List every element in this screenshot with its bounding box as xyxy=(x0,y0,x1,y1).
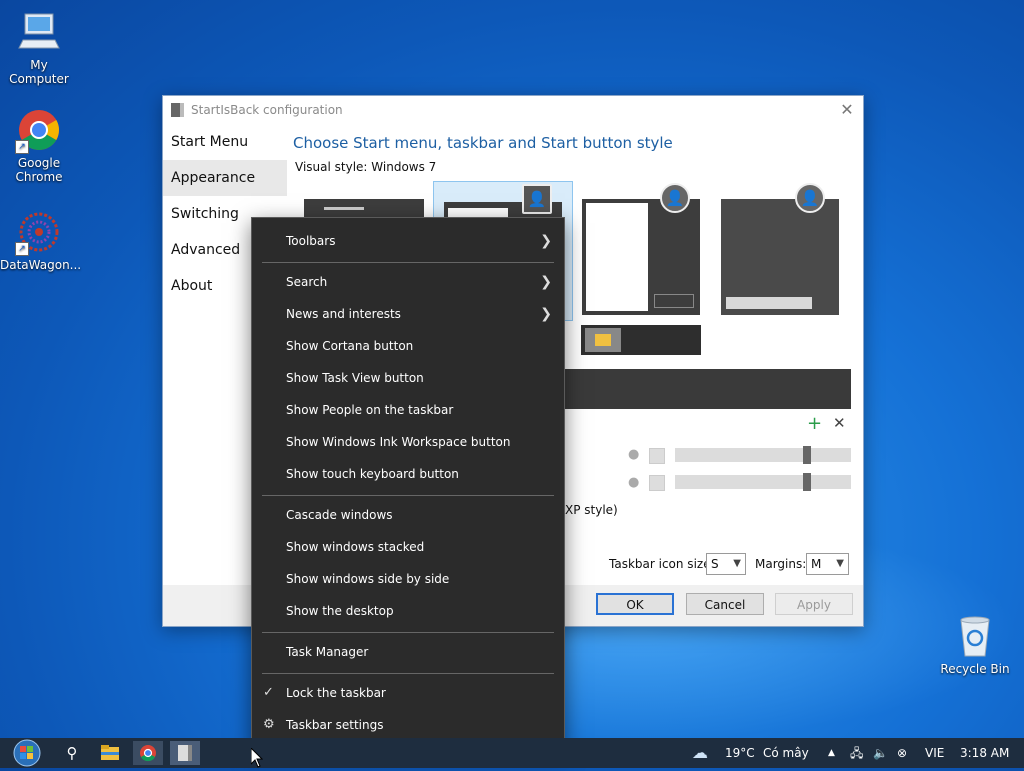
color-swatch[interactable] xyxy=(649,448,665,464)
desktop-icon-label: Google Chrome xyxy=(15,156,63,184)
chevron-up-icon[interactable]: ▲ xyxy=(828,738,835,768)
checkmark-icon: ✓ xyxy=(263,685,274,700)
page-title: Choose Start menu, taskbar and Start but… xyxy=(293,134,673,152)
desktop-icon-google-chrome[interactable]: ↗ Google Chrome xyxy=(0,108,78,184)
desktop-icon-label: DataWagon... xyxy=(0,258,82,272)
drop-icon: ● xyxy=(628,447,640,462)
menu-separator xyxy=(262,673,554,674)
desktop-icon-recycle-bin[interactable]: Recycle Bin xyxy=(936,614,1014,676)
menu-item-show-task-view[interactable]: Show Task View button xyxy=(252,362,564,394)
volume-icon[interactable]: 🔈 xyxy=(873,738,888,768)
chrome-taskbar-icon[interactable] xyxy=(133,741,163,765)
window-titlebar[interactable]: StartIsBack configuration ✕ xyxy=(163,96,863,124)
menu-item-show-windows-side-by-side[interactable]: Show windows side by side xyxy=(252,563,564,595)
clock[interactable]: 3:18 AM xyxy=(960,738,1009,768)
recycle-bin-icon xyxy=(953,614,997,658)
visual-style-label: Visual style: xyxy=(295,160,368,174)
start-button[interactable] xyxy=(8,738,46,768)
taskbar-context-menu: Toolbars ❯ Search ❯ News and interests ❯… xyxy=(251,217,565,750)
menu-item-toolbars[interactable]: Toolbars ❯ xyxy=(252,225,564,257)
search-icon[interactable]: ⚲ xyxy=(57,741,87,765)
taskbar-style-preview[interactable] xyxy=(581,325,701,355)
startisback-taskbar-icon[interactable] xyxy=(170,741,200,765)
cloud-icon[interactable]: ☁ xyxy=(692,738,708,768)
gear-icon: ⚙ xyxy=(263,717,275,732)
menu-item-show-cortana[interactable]: Show Cortana button xyxy=(252,330,564,362)
window-title: StartIsBack configuration xyxy=(191,103,343,117)
chevron-down-icon: ▼ xyxy=(733,558,741,569)
menu-item-show-windows-stacked[interactable]: Show windows stacked xyxy=(252,531,564,563)
apply-button[interactable]: Apply xyxy=(775,593,853,615)
windows-orb-icon xyxy=(13,739,41,767)
computer-icon xyxy=(17,10,61,54)
color-swatch[interactable] xyxy=(649,475,665,491)
intensity-slider[interactable] xyxy=(675,473,851,491)
user-avatar-icon: 👤 xyxy=(795,183,825,213)
visual-style-row: Visual style: Windows 7 xyxy=(295,160,436,174)
close-icon[interactable]: ✕ xyxy=(839,102,855,118)
cancel-button[interactable]: Cancel xyxy=(686,593,764,615)
desktop-icon-label: My Computer xyxy=(9,58,69,86)
desktop-icon-datawagon[interactable]: ↗ DataWagon... xyxy=(0,210,82,272)
datawagon-icon: ↗ xyxy=(15,210,61,256)
taskbar-icon-size-label: Taskbar icon size: xyxy=(609,557,715,571)
style-thumb-4[interactable]: 👤 xyxy=(721,183,839,315)
margins-label: Margins: xyxy=(755,557,807,571)
taskbar: ⚲ ☁ 19°C Có mây ▲ 🖧 🔈 ⊗ VIE 3:18 AM xyxy=(0,738,1024,768)
language-indicator[interactable]: VIE xyxy=(925,738,944,768)
style-thumb-3[interactable]: 👤 xyxy=(582,183,700,315)
weather-temp[interactable]: 19°C xyxy=(725,738,755,768)
transparency-slider[interactable] xyxy=(675,446,851,464)
visual-style-value[interactable]: Windows 7 xyxy=(371,160,436,174)
menu-separator xyxy=(262,495,554,496)
taskbar-preview-strip xyxy=(563,369,851,409)
drop-icon: ● xyxy=(628,475,640,490)
user-avatar-icon: 👤 xyxy=(660,183,690,213)
remove-icon[interactable]: ✕ xyxy=(833,414,846,432)
menu-item-show-windows-ink[interactable]: Show Windows Ink Workspace button xyxy=(252,426,564,458)
menu-item-cascade-windows[interactable]: Cascade windows xyxy=(252,499,564,531)
margins-select[interactable]: M ▼ xyxy=(806,553,849,575)
chevron-right-icon: ❯ xyxy=(540,274,552,290)
menu-item-show-touch-keyboard[interactable]: Show touch keyboard button xyxy=(252,458,564,490)
menu-item-show-desktop[interactable]: Show the desktop xyxy=(252,595,564,627)
menu-separator xyxy=(262,262,554,263)
file-explorer-icon[interactable] xyxy=(95,741,125,765)
chevron-down-icon: ▼ xyxy=(836,558,844,569)
sidebar-item-start-menu[interactable]: Start Menu xyxy=(163,124,287,160)
taskbar-icon-size-select[interactable]: S ▼ xyxy=(706,553,746,575)
menu-item-taskbar-settings[interactable]: ⚙ Taskbar settings xyxy=(252,709,564,741)
app-icon xyxy=(171,103,184,117)
weather-text[interactable]: Có mây xyxy=(763,738,809,768)
menu-item-lock-taskbar[interactable]: ✓ Lock the taskbar xyxy=(252,677,564,709)
menu-separator xyxy=(262,632,554,633)
menu-item-task-manager[interactable]: Task Manager xyxy=(252,636,564,668)
shortcut-arrow-icon: ↗ xyxy=(15,242,29,256)
menu-item-search[interactable]: Search ❯ xyxy=(252,266,564,298)
add-icon[interactable]: + xyxy=(807,413,822,434)
user-avatar-icon: 👤 xyxy=(522,184,552,214)
error-icon[interactable]: ⊗ xyxy=(897,738,907,768)
chrome-icon: ↗ xyxy=(15,108,61,154)
menu-item-news-and-interests[interactable]: News and interests ❯ xyxy=(252,298,564,330)
shortcut-arrow-icon: ↗ xyxy=(15,140,29,154)
network-icon[interactable]: 🖧 xyxy=(850,738,863,768)
desktop-icon-label: Recycle Bin xyxy=(940,662,1010,676)
ok-button[interactable]: OK xyxy=(596,593,674,615)
menu-item-show-people[interactable]: Show People on the taskbar xyxy=(252,394,564,426)
xp-style-option-text: XP style) xyxy=(565,503,618,517)
chevron-right-icon: ❯ xyxy=(540,306,552,322)
desktop-icon-my-computer[interactable]: My Computer xyxy=(0,10,78,86)
chevron-right-icon: ❯ xyxy=(540,233,552,249)
sidebar-item-appearance[interactable]: Appearance xyxy=(163,160,287,196)
